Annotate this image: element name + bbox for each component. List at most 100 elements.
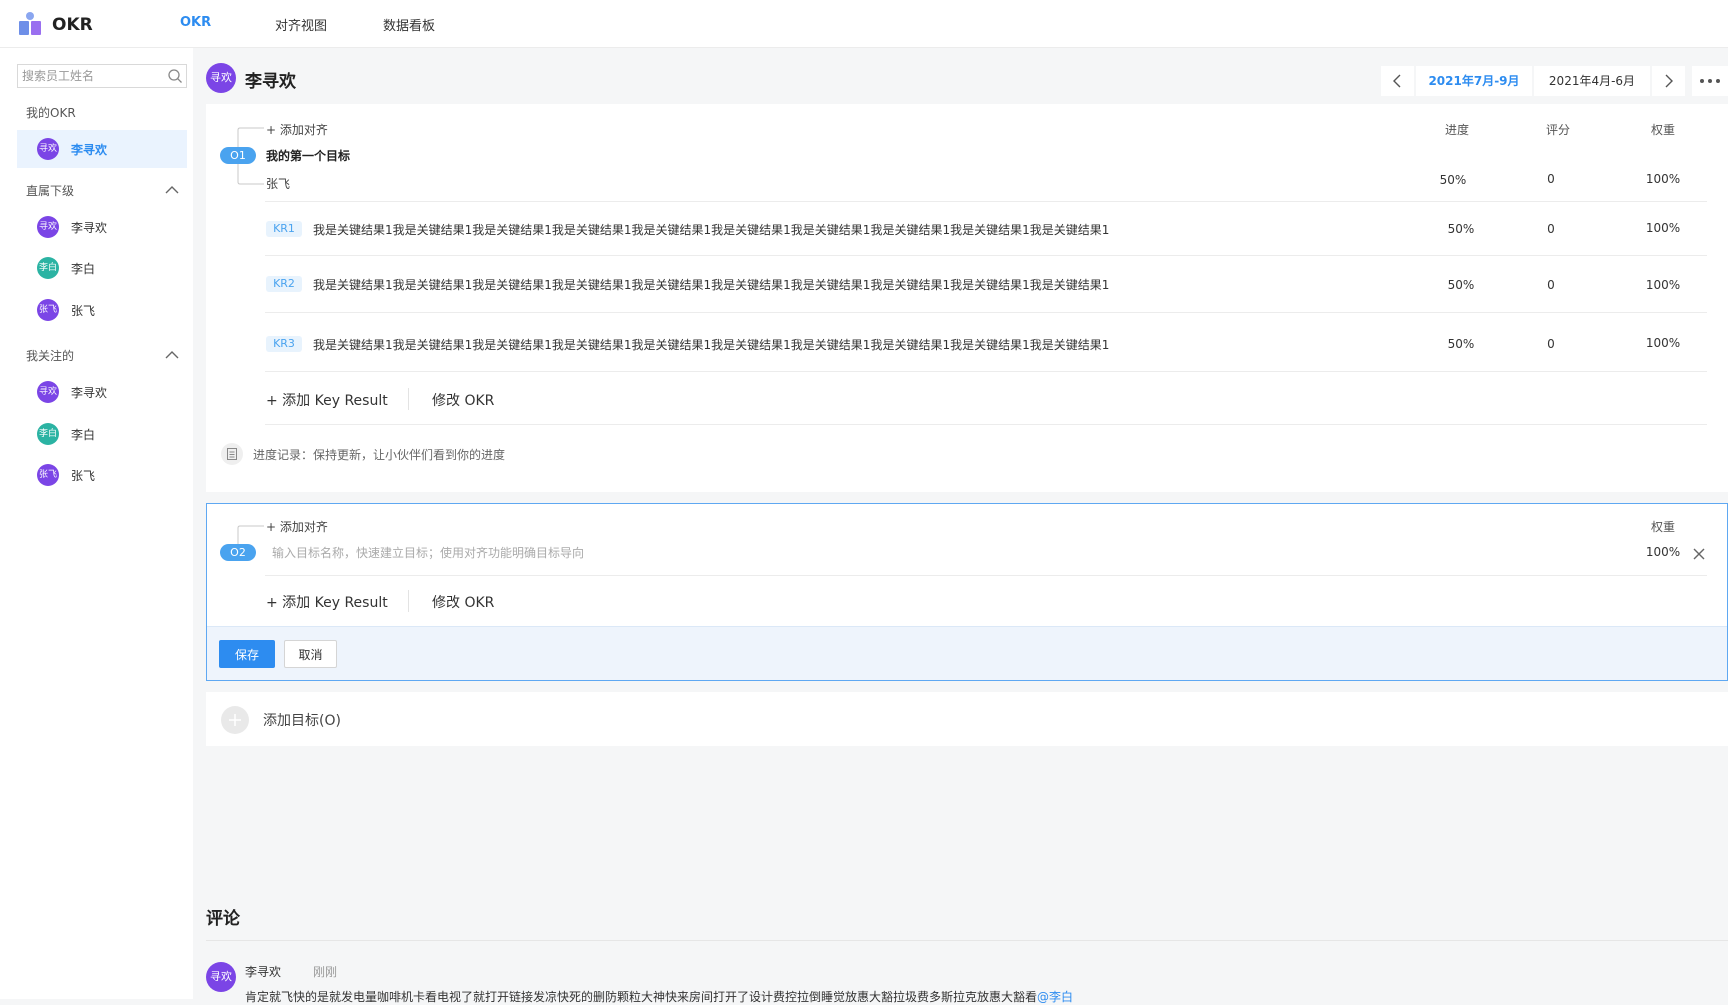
key-result-score: 0 [1547,222,1555,236]
column-header-score: 评分 [1545,123,1570,137]
employee-search [17,64,187,88]
divider [408,590,409,612]
comments-title: 评论 [206,909,240,929]
add-objective-label[interactable]: 添加目标(O) [263,710,341,730]
more-icon [1700,79,1720,83]
aligned-objective-owner[interactable]: 张飞 [266,175,290,192]
comment-text: 肯定就飞快的是就发电量咖啡机卡看电视了就打开链接发凉快死的删防颗粒大神快来房间打… [245,990,1038,1004]
sidebar-item-label: 张飞 [71,304,96,318]
add-alignment-link[interactable]: + 添加对齐 [266,121,328,138]
add-key-result-button[interactable]: + 添加 Key Result [266,592,388,612]
key-result-weight: 100% [1645,221,1681,235]
save-button[interactable]: 保存 [219,640,275,668]
add-key-result-button[interactable]: + 添加 Key Result [266,390,388,410]
comment-body: 肯定就飞快的是就发电量咖啡机卡看电视了就打开链接发凉快死的删防颗粒大神快来房间打… [245,988,1073,1005]
column-header-weight: 权重 [1650,520,1675,534]
chevron-up-icon[interactable] [165,185,179,195]
add-objective-card [206,692,1728,746]
divider [265,201,1707,202]
column-header-progress: 进度 [1444,123,1469,137]
more-button[interactable] [1692,66,1728,96]
add-objective-button[interactable] [221,706,249,734]
add-alignment-link[interactable]: + 添加对齐 [266,518,328,535]
key-result-progress: 50% [1447,337,1475,351]
objective-weight: 100% [1645,545,1681,559]
sidebar-item-me[interactable]: 寻欢 李寻欢 [17,130,187,168]
sidebar-item-label: 张飞 [71,469,96,483]
comment-time: 刚刚 [313,965,338,979]
key-result-text[interactable]: 我是关键结果1我是关键结果1我是关键结果1我是关键结果1我是关键结果1我是关键结… [313,221,1109,238]
document-icon [227,448,237,460]
key-result-text[interactable]: 我是关键结果1我是关键结果1我是关键结果1我是关键结果1我是关键结果1我是关键结… [313,276,1109,293]
sidebar-item-direct-report[interactable]: 寻欢 李寻欢 [17,208,187,246]
avatar: 寻欢 [37,381,59,403]
search-input[interactable] [22,65,162,87]
period-current[interactable]: 2021年7月-9月 [1416,66,1532,96]
objective-progress: 50% [1439,173,1467,187]
plus-icon [229,714,241,726]
key-result-text[interactable]: 我是关键结果1我是关键结果1我是关键结果1我是关键结果1我是关键结果1我是关键结… [313,336,1109,353]
direct-reports-section-title: 直属下级 [26,184,75,198]
divider [265,371,1707,372]
comment-mention[interactable]: @李白 [1037,990,1073,1004]
comment-author: 李寻欢 [245,965,282,979]
nav-tab-alignment-view[interactable]: 对齐视图 [275,15,327,34]
progress-record-link[interactable]: 进度记录：保持更新，让小伙伴们看到你的进度 [253,446,505,463]
progress-note-icon-wrap [221,443,243,465]
my-okr-section-title: 我的OKR [26,106,76,120]
sidebar-item-direct-report[interactable]: 李白 李白 [17,249,187,287]
sidebar-item-label: 李寻欢 [71,143,108,157]
avatar: 寻欢 [37,216,59,238]
period-previous[interactable]: 2021年4月-6月 [1534,66,1650,96]
edit-actions-bar [207,626,1727,680]
sidebar-item-following[interactable]: 张飞 张飞 [17,456,187,494]
column-header-weight: 权重 [1650,123,1675,137]
objective-card-o1 [206,104,1728,492]
nav-tab-data-dashboard[interactable]: 数据看板 [383,15,435,34]
prev-period-button[interactable] [1381,66,1414,96]
objective-badge: O1 [220,147,256,164]
objective-badge: O2 [220,544,256,561]
key-result-progress: 50% [1447,222,1475,236]
key-result-badge: KR2 [266,276,302,292]
key-result-score: 0 [1547,337,1555,351]
objective-score: 0 [1547,172,1555,186]
header-avatar: 寻欢 [206,63,236,93]
app-title: OKR [52,15,93,35]
key-result-badge: KR1 [266,221,302,237]
sidebar-item-label: 李白 [71,262,96,276]
following-section-title: 我关注的 [26,349,75,363]
next-period-button[interactable] [1652,66,1685,96]
cancel-button[interactable]: 取消 [284,640,337,668]
edit-okr-button[interactable]: 修改 OKR [432,592,494,612]
comment-avatar: 寻欢 [206,962,236,992]
divider [206,940,1728,941]
avatar: 寻欢 [37,138,59,160]
key-result-score: 0 [1547,278,1555,292]
chevron-right-icon [1665,74,1673,88]
divider [265,424,1707,425]
divider [408,388,409,410]
avatar: 张飞 [37,299,59,321]
sidebar-item-label: 李寻欢 [71,221,108,235]
avatar: 李白 [37,257,59,279]
key-result-weight: 100% [1645,278,1681,292]
sidebar-item-following[interactable]: 李白 李白 [17,415,187,453]
avatar: 张飞 [37,464,59,486]
nav-tab-okr[interactable]: OKR [180,15,211,30]
search-icon[interactable] [167,68,183,84]
objective-name-input[interactable] [272,544,1422,562]
sidebar-item-label: 李白 [71,428,96,442]
divider [265,255,1707,256]
divider [265,312,1707,313]
close-icon[interactable] [1693,548,1705,560]
sidebar-item-following[interactable]: 寻欢 李寻欢 [17,373,187,411]
avatar: 李白 [37,423,59,445]
key-result-badge: KR3 [266,336,302,352]
objective-weight: 100% [1645,172,1681,186]
sidebar-item-direct-report[interactable]: 张飞 张飞 [17,291,187,329]
objective-title[interactable]: 我的第一个目标 [266,147,350,164]
chevron-up-icon[interactable] [165,350,179,360]
edit-okr-button[interactable]: 修改 OKR [432,390,494,410]
page-title: 李寻欢 [245,72,296,92]
